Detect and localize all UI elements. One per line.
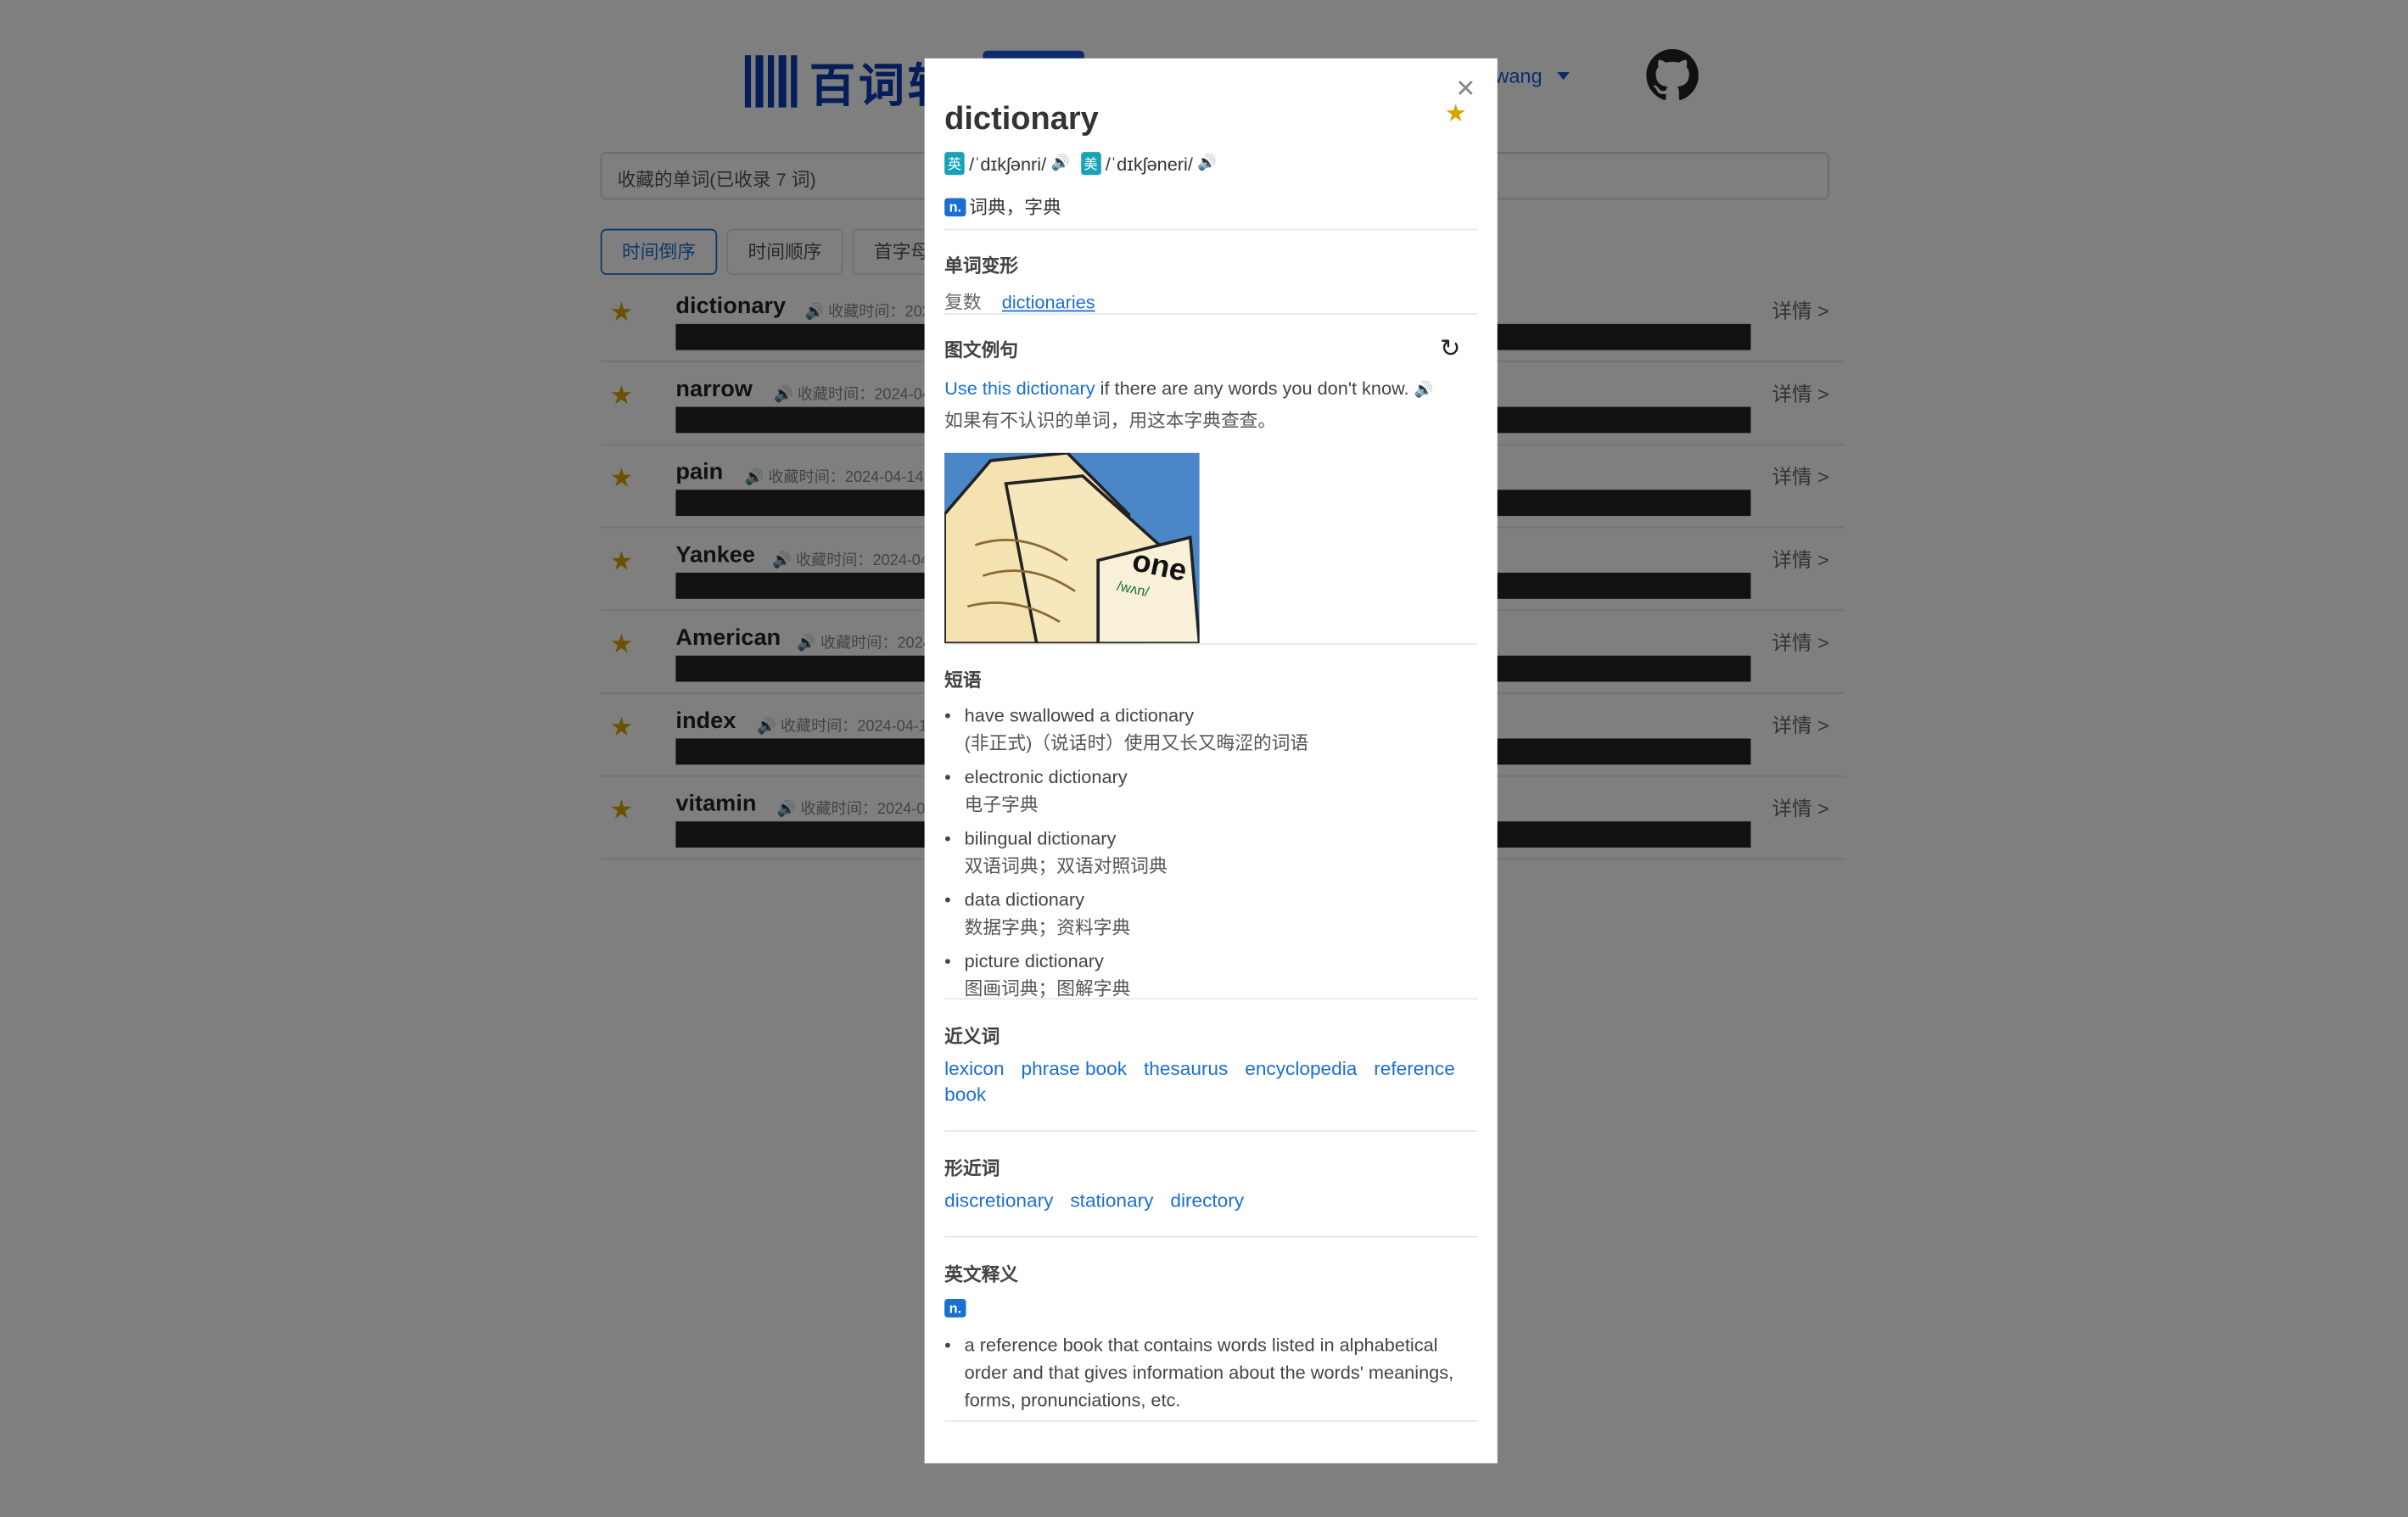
meaning-line: n. 词典，字典	[944, 193, 1061, 220]
star-icon[interactable]: ★	[1445, 98, 1467, 129]
example-chinese: 如果有不认识的单词，用这本字典查查。	[944, 410, 1277, 432]
similar-link[interactable]: stationary	[1070, 1190, 1153, 1212]
meaning: 词典，字典	[969, 196, 1061, 218]
forms-plural-link[interactable]: dictionaries	[1002, 292, 1095, 313]
synonym-link[interactable]: phrase book	[1022, 1058, 1128, 1079]
refresh-icon[interactable]: ↻	[1440, 333, 1460, 364]
forms-label: 复数	[944, 291, 982, 314]
phrase-item: picture dictionary图画词典；图解字典	[944, 948, 1474, 1003]
forms-row: 复数 dictionaries	[944, 288, 1095, 315]
divider	[944, 998, 1478, 1000]
word-detail-modal: ✕ ★ dictionary 英 /ˈdɪkʃənri/ 🔊 美 /ˈdɪkʃə…	[924, 58, 1498, 1464]
speaker-icon[interactable]: 🔊	[1051, 155, 1071, 172]
phrase-item: data dictionary数据字典；资料字典	[944, 886, 1474, 941]
english-definition: a reference book that contains words lis…	[944, 1331, 1474, 1420]
uk-flag: 英	[944, 152, 965, 176]
section-title-similar: 形近词	[944, 1157, 1000, 1179]
example-rest: if there are any words you don't know.	[1095, 378, 1409, 400]
pos-badge: n.	[944, 1299, 966, 1318]
phrase-item: bilingual dictionary双语词典；双语对照词典	[944, 825, 1474, 880]
divider	[944, 1129, 1478, 1132]
pos-badge: n.	[944, 197, 966, 216]
divider	[944, 1235, 1478, 1238]
phrase-list: have swallowed a dictionary(非正式)（说话时）使用又…	[944, 702, 1474, 1009]
us-phonetic: /ˈdɪkʃəneri/	[1105, 153, 1193, 175]
section-title-english-definition: 英文释义	[944, 1263, 1019, 1285]
uk-phonetic: /ˈdɪkʃənri/	[969, 153, 1047, 175]
speaker-icon[interactable]: 🔊	[1197, 155, 1217, 172]
section-title-phrases: 短语	[944, 669, 982, 691]
example-image: one /wʌn/	[944, 452, 1200, 644]
synonym-link[interactable]: thesaurus	[1144, 1058, 1228, 1079]
us-flag: 美	[1080, 152, 1101, 176]
similar-link[interactable]: directory	[1170, 1190, 1244, 1212]
synonym-link[interactable]: lexicon	[944, 1058, 1004, 1079]
similar-list: discretionary stationary directory	[944, 1190, 1261, 1212]
speaker-icon[interactable]: 🔊	[1414, 383, 1434, 400]
divider	[944, 228, 1478, 231]
phrase-item: have swallowed a dictionary(非正式)（说话时）使用又…	[944, 702, 1474, 757]
divider	[944, 313, 1478, 315]
synonym-link[interactable]: encyclopedia	[1245, 1058, 1357, 1079]
example-english: Use this dictionary if there are any wor…	[944, 378, 1433, 399]
section-title-synonyms: 近义词	[944, 1025, 1000, 1048]
phrase-item: electronic dictionary电子字典	[944, 763, 1474, 818]
divider	[944, 643, 1478, 646]
modal-word: dictionary	[944, 101, 1099, 137]
synonym-list: lexicon phrase book thesaurus encyclopedia r…	[944, 1056, 1477, 1109]
section-title-forms: 单词变形	[944, 255, 1019, 277]
example-highlight: Use this dictionary	[944, 378, 1095, 400]
phonetics: 英 /ˈdɪkʃənri/ 🔊 美 /ˈdɪkʃəneri/ 🔊	[944, 152, 1217, 176]
section-title-example: 图文例句	[944, 339, 1019, 361]
divider	[944, 1419, 1478, 1422]
similar-link[interactable]: discretionary	[944, 1190, 1053, 1212]
